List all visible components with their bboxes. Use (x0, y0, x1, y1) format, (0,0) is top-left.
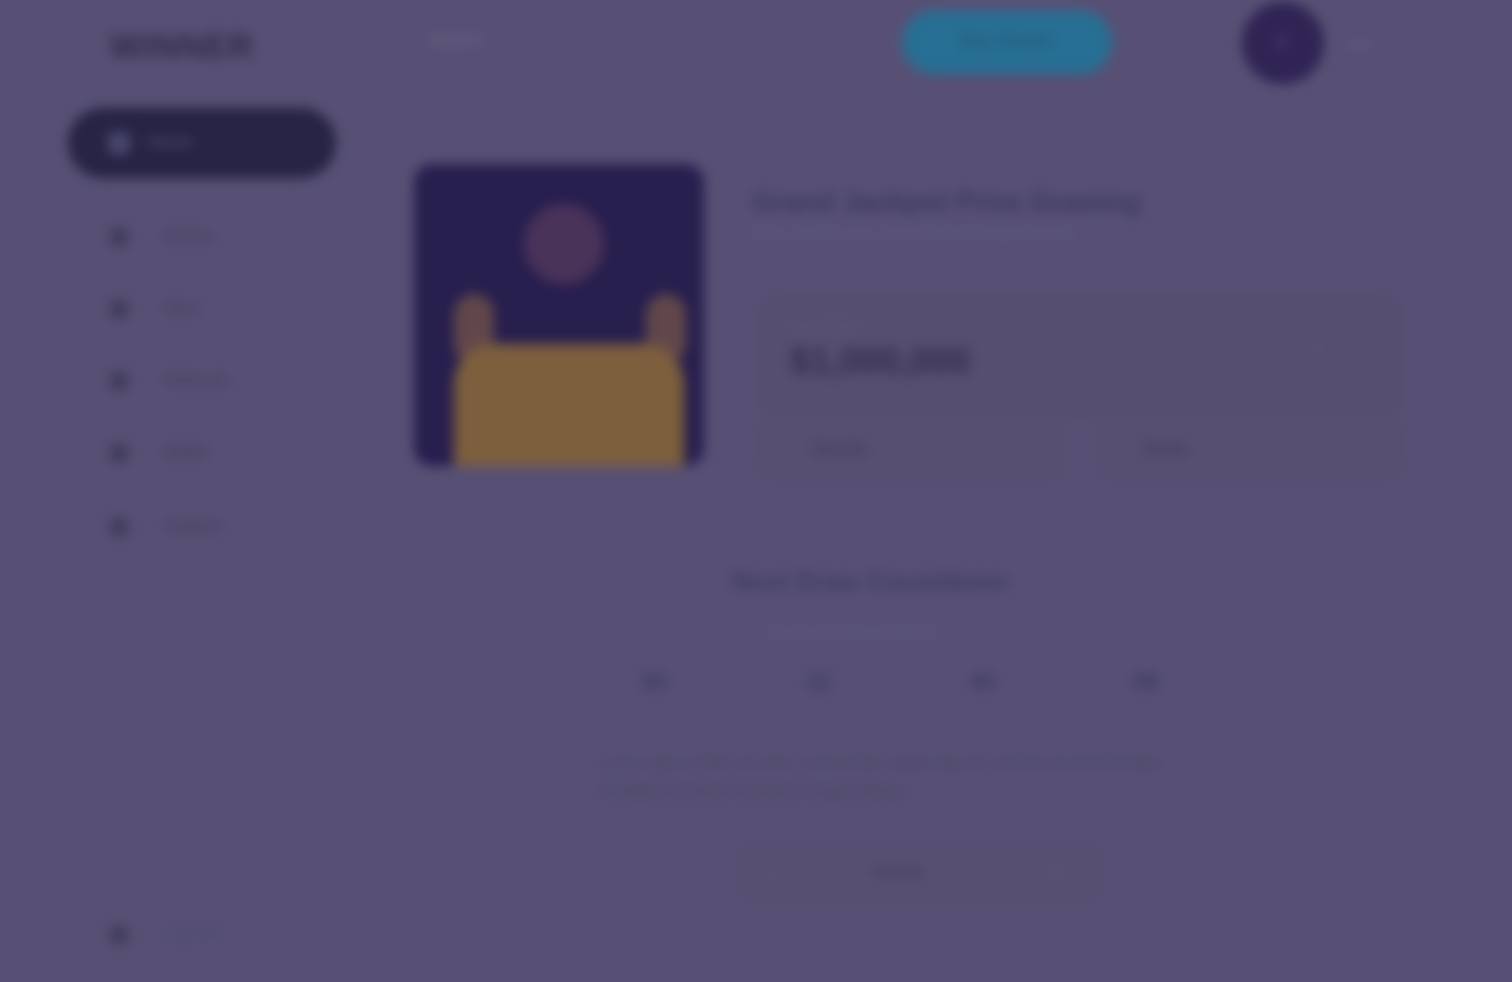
modal-backdrop[interactable] (0, 0, 1512, 982)
